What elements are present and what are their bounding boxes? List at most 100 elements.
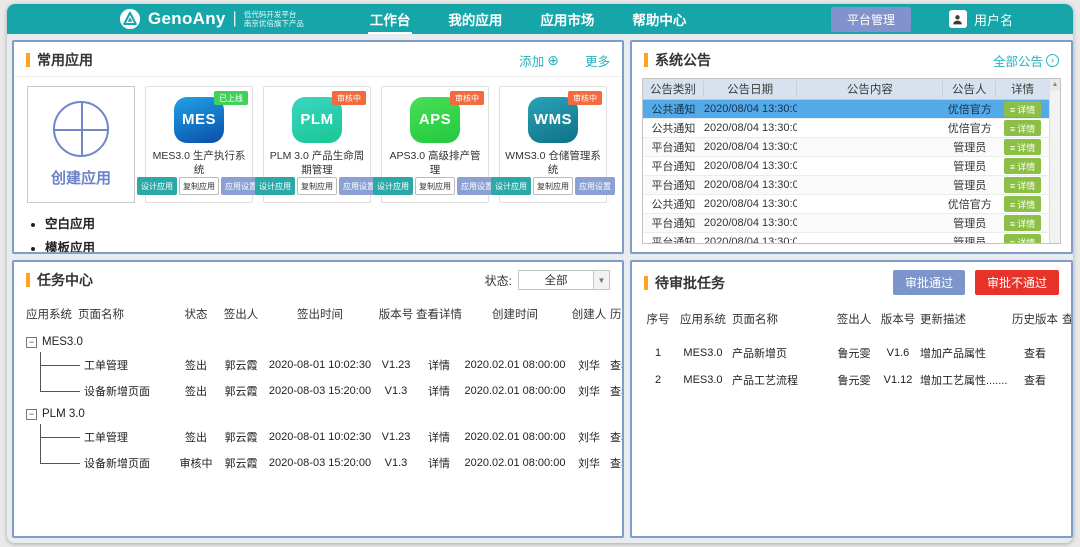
- task-page-name: 工单管理: [78, 357, 174, 373]
- task-detail-link[interactable]: 详情: [416, 357, 462, 373]
- announcement-type: 平台通知: [643, 177, 704, 193]
- approval-history-link[interactable]: 查看: [1008, 372, 1062, 388]
- copy-app-button[interactable]: 复制应用: [297, 177, 337, 195]
- task-history-link[interactable]: 查看: [610, 429, 624, 445]
- task-history-link[interactable]: 查看: [610, 383, 624, 399]
- task-detail-link[interactable]: 详情: [416, 455, 462, 471]
- genoany-logo-icon: [119, 8, 141, 30]
- copy-app-button[interactable]: 复制应用: [415, 177, 455, 195]
- collapse-icon[interactable]: −: [26, 337, 37, 348]
- announcement-detail-button[interactable]: ≡详情: [1004, 234, 1041, 244]
- col-header-checkout-person: 签出人: [218, 306, 264, 322]
- announcement-row[interactable]: 平台通知 2020/08/04 13:30:00 管理员 ≡详情: [643, 176, 1049, 195]
- status-filter: 状态: 全部 ▼: [485, 270, 610, 290]
- announcement-row[interactable]: 平台通知 2020/08/04 13:30:00 管理员 ≡详情: [643, 233, 1049, 244]
- app-card[interactable]: 审核中 WMS WMS3.0 仓储管理系统 设计应用 复制应用 应用设置: [499, 86, 607, 203]
- announcement-detail-button[interactable]: ≡详情: [1004, 177, 1041, 193]
- task-page-name: 工单管理: [78, 429, 174, 445]
- announcement-row[interactable]: 平台通知 2020/08/04 13:30:00 管理员 ≡详情: [643, 157, 1049, 176]
- app-card[interactable]: 已上线 MES MES3.0 生产执行系统 设计应用 复制应用 应用设置: [145, 86, 253, 203]
- title-accent-bar: [26, 273, 30, 287]
- nav-item-workbench[interactable]: 工作台: [368, 4, 413, 34]
- announcement-detail-button[interactable]: ≡详情: [1004, 215, 1041, 231]
- task-row: 工单管理 签出 郭云霞 2020-08-01 10:02:30 V1.23 详情…: [26, 424, 610, 450]
- announcement-detail-button[interactable]: ≡详情: [1004, 120, 1041, 136]
- task-center-title: 任务中心: [37, 270, 93, 290]
- scroll-up-arrow-icon[interactable]: ▲: [1050, 79, 1060, 91]
- approval-row[interactable]: 1 MES3.0 产品新增页 鲁元雯 V1.6 增加产品属性 查看 详情: [642, 339, 1061, 366]
- status-badge: 审核中: [568, 91, 602, 105]
- design-app-button[interactable]: 设计应用: [491, 177, 531, 195]
- approval-version: V1.6: [876, 347, 920, 359]
- announcement-detail-button[interactable]: ≡详情: [1004, 196, 1041, 212]
- task-detail-link[interactable]: 详情: [416, 429, 462, 445]
- announcements-table: 公告类别 公告日期 公告内容 公告人 详情 公共通知 2020/08/04 13…: [642, 78, 1061, 244]
- announcements-scrollbar[interactable]: ▲: [1049, 79, 1060, 243]
- task-history-link[interactable]: 查看: [610, 357, 624, 373]
- announcement-row[interactable]: 公共通知 2020/08/04 13:30:00 优倍官方 ≡详情: [643, 100, 1049, 119]
- announcement-row[interactable]: 公共通知 2020/08/04 13:30:00 优倍官方 ≡详情: [643, 195, 1049, 214]
- col-header-version: 版本号: [376, 306, 416, 322]
- announcement-author: 优倍官方: [943, 120, 996, 136]
- approval-seq: 2: [642, 374, 674, 386]
- task-creator: 刘华: [568, 429, 610, 445]
- list-icon: ≡: [1010, 238, 1015, 245]
- nav-item-help-center[interactable]: 帮助中心: [630, 4, 688, 34]
- chevron-down-icon[interactable]: ▼: [593, 271, 609, 289]
- announcement-detail-button[interactable]: ≡详情: [1004, 158, 1041, 174]
- task-detail-link[interactable]: 详情: [416, 383, 462, 399]
- announcement-row[interactable]: 平台通知 2020/08/04 13:30:00 管理员 ≡详情: [643, 138, 1049, 157]
- brand-subtitle-line2: 南京优倍旗下产品: [244, 19, 304, 28]
- more-apps-link[interactable]: 更多: [585, 51, 610, 70]
- design-app-button[interactable]: 设计应用: [373, 177, 413, 195]
- approval-history-link[interactable]: 查看: [1008, 345, 1062, 361]
- approval-checkout-person: 鲁元雯: [832, 372, 876, 388]
- announcement-detail-button[interactable]: ≡详情: [1004, 139, 1041, 155]
- announcement-row[interactable]: 平台通知 2020/08/04 13:30:00 管理员 ≡详情: [643, 214, 1049, 233]
- app-settings-button[interactable]: 应用设置: [575, 177, 615, 195]
- app-card[interactable]: 审核中 PLM PLM 3.0 产品生命周期管理 设计应用 复制应用 应用设置: [263, 86, 371, 203]
- announcement-detail-button[interactable]: ≡详情: [1004, 101, 1041, 117]
- option-template-app[interactable]: 模板应用: [45, 237, 135, 254]
- announcements-panel: 系统公告 全部公告› 公告类别 公告日期 公告内容 公告人 详情 公共通知 20…: [630, 40, 1073, 254]
- nav-item-my-apps[interactable]: 我的应用: [446, 4, 504, 34]
- app-name: WMS3.0 仓储管理系统: [500, 149, 606, 177]
- col-header-view-detail: 查看详情: [1062, 311, 1073, 327]
- app-name: MES3.0 生产执行系统: [146, 149, 252, 177]
- create-app-card[interactable]: 创建应用: [27, 86, 135, 203]
- status-select[interactable]: 全部 ▼: [518, 270, 610, 290]
- col-header-view-detail: 查看详情: [416, 306, 462, 322]
- task-history-link[interactable]: 查看: [610, 455, 624, 471]
- plus-circle-icon: ⊕: [547, 53, 559, 67]
- copy-app-button[interactable]: 复制应用: [533, 177, 573, 195]
- task-page-name: 设备新增页面: [78, 383, 174, 399]
- announcement-row[interactable]: 公共通知 2020/08/04 13:30:00 优倍官方 ≡详情: [643, 119, 1049, 138]
- approval-checkout-person: 鲁元雯: [832, 345, 876, 361]
- col-header-history: 历史版本: [1008, 311, 1062, 327]
- task-status: 签出: [174, 383, 218, 399]
- app-card[interactable]: 审核中 APS APS3.0 高级排产管理 设计应用 复制应用 应用设置: [381, 86, 489, 203]
- copy-app-button[interactable]: 复制应用: [179, 177, 219, 195]
- collapse-icon[interactable]: −: [26, 409, 37, 420]
- status-filter-label: 状态:: [485, 272, 512, 289]
- col-header-checkout-person: 签出人: [832, 311, 876, 327]
- option-blank-app[interactable]: 空白应用: [45, 213, 135, 237]
- dashboard-grid: 常用应用 添加⊕ 更多 创建应用 空白应用 模板应用: [7, 34, 1073, 538]
- status-badge: 审核中: [450, 91, 484, 105]
- design-app-button[interactable]: 设计应用: [255, 177, 295, 195]
- nav-item-app-market[interactable]: 应用市场: [538, 4, 596, 34]
- add-app-link[interactable]: 添加⊕: [519, 51, 559, 70]
- approve-button[interactable]: 审批通过: [893, 270, 965, 295]
- platform-admin-button[interactable]: 平台管理: [831, 7, 911, 32]
- design-app-button[interactable]: 设计应用: [137, 177, 177, 195]
- tree-connector: [26, 424, 78, 450]
- announcement-date: 2020/08/04 13:30:00: [704, 103, 797, 115]
- all-announcements-link[interactable]: 全部公告›: [993, 51, 1059, 70]
- task-row: 设备新增页面 审核中 郭云霞 2020-08-03 15:20:00 V1.3 …: [26, 450, 610, 476]
- approval-row[interactable]: 2 MES3.0 产品工艺流程 鲁元雯 V1.12 增加工艺属性....... …: [642, 366, 1061, 393]
- reject-button[interactable]: 审批不通过: [975, 270, 1059, 295]
- user-box[interactable]: 用户名: [949, 10, 1013, 29]
- common-apps-title: 常用应用: [37, 50, 93, 70]
- col-header-seq: 序号: [642, 311, 674, 327]
- col-header-date: 公告日期: [704, 81, 797, 97]
